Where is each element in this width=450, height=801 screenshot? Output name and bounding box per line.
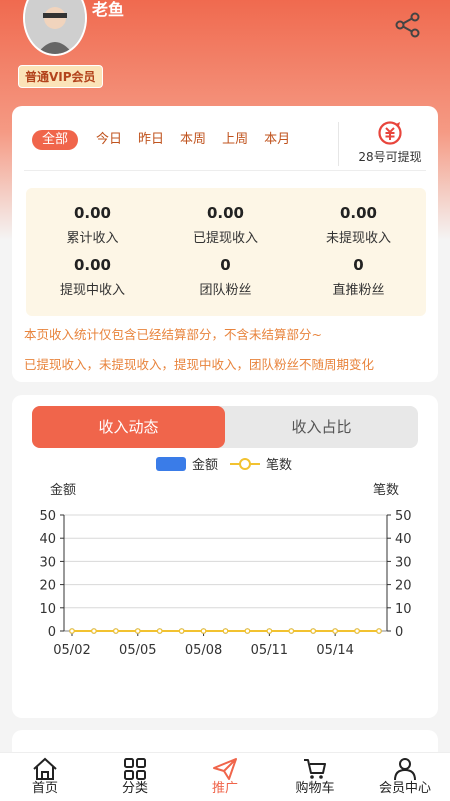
- stat-value: 0.00: [339, 204, 377, 222]
- data-point: [178, 628, 185, 634]
- chart-switch: 收入动态 收入占比: [32, 406, 418, 448]
- x-tick-label: 05/14: [316, 643, 353, 658]
- period-tab-this-week[interactable]: 本周: [180, 130, 206, 150]
- tab-category[interactable]: 分类: [90, 757, 180, 797]
- legend-swatch-amount: [156, 456, 186, 471]
- x-tick-label: 05/05: [119, 643, 156, 658]
- stat-label: 已提现收入: [192, 231, 258, 246]
- stat-pending-withdrawal: 0.00 提现中收入: [26, 256, 159, 298]
- period-tab-today[interactable]: 今日: [96, 130, 122, 150]
- stat-team-fans: 0 团队粉丝: [159, 256, 292, 298]
- cart-icon: [304, 759, 326, 779]
- y-tick-label-left: 20: [39, 579, 56, 594]
- send-icon: [213, 758, 237, 780]
- divider: [24, 170, 426, 171]
- x-tick-label: 05/02: [53, 643, 90, 658]
- stat-unwithdrawn-income: 0.00 未提现收入: [292, 204, 425, 246]
- y-tick-label-left: 50: [39, 509, 56, 524]
- tab-income-trend[interactable]: 收入动态: [32, 406, 225, 448]
- y-tick-label-left: 40: [39, 532, 56, 547]
- share-icon[interactable]: [395, 12, 421, 38]
- tab-label: 推广: [211, 781, 238, 796]
- withdraw-button[interactable]: 28号可提现: [344, 120, 436, 165]
- income-line-chart: 金额 笔数 0 0 10 10 20 20 30 30 40 40 50 50 05/02 05/05 05…: [39, 482, 412, 658]
- withdraw-icon: [378, 121, 402, 145]
- data-point: [266, 628, 273, 634]
- y-axis-left-label: 金额: [50, 482, 76, 498]
- tab-label: 首页: [31, 781, 58, 796]
- stat-value: 0.00: [206, 204, 244, 222]
- y-tick-label-right: 10: [395, 602, 412, 617]
- stat-value: 0.00: [73, 256, 111, 274]
- tab-income-share[interactable]: 收入占比: [225, 406, 418, 448]
- vip-badge: 普通VIP会员: [18, 65, 103, 88]
- y-tick-label-left: 30: [39, 555, 56, 570]
- y-tick-label-right: 20: [395, 579, 412, 594]
- data-point: [288, 628, 295, 634]
- y-tick-label-right: 30: [395, 555, 412, 570]
- period-note: 已提现收入，未提现收入，提现中收入，团队粉丝不随周期变化: [24, 357, 375, 372]
- income-stats-card: 全部 今日 昨日 本周 上周 本月 28号可提现 0.00 累计收入 0.00 …: [12, 106, 438, 382]
- user-icon: [394, 758, 416, 781]
- stat-value: 0: [353, 256, 364, 274]
- period-tab-last-week[interactable]: 上周: [222, 130, 248, 150]
- y-tick-label-left: 10: [39, 602, 56, 617]
- tab-cart[interactable]: 购物车: [270, 757, 360, 797]
- data-point: [156, 628, 163, 634]
- stat-label: 未提现收入: [325, 231, 391, 246]
- divider: [338, 122, 339, 166]
- bottom-tab-bar: 首页 分类 推广 购物车 会员中心: [0, 752, 450, 801]
- legend-swatch-count: [230, 457, 261, 470]
- y-tick-label-right: 50: [395, 509, 412, 524]
- y-tick-label-left: 0: [48, 625, 56, 640]
- stat-label: 团队粉丝: [199, 283, 252, 298]
- data-point: [310, 628, 317, 634]
- stat-label: 提现中收入: [59, 283, 125, 298]
- stat-label: 直推粉丝: [332, 283, 385, 298]
- period-tabs: 全部 今日 昨日 本周 上周 本月: [32, 130, 306, 150]
- data-point: [244, 628, 251, 634]
- tab-label: 会员中心: [378, 781, 431, 796]
- y-tick-label-right: 40: [395, 532, 412, 547]
- stat-value: 0.00: [73, 204, 111, 222]
- data-point: [134, 628, 141, 634]
- tab-label: 购物车: [295, 781, 335, 796]
- income-chart-card: 收入动态 收入占比 金额 笔数 金额 笔数 0 0 10 10 20 20 30 30 40 40…: [12, 395, 438, 718]
- stat-label: 累计收入: [66, 231, 119, 246]
- tab-home[interactable]: 首页: [0, 757, 90, 797]
- settlement-note: 本页收入统计仅包含已经结算部分，不含未结算部分~: [24, 327, 322, 342]
- period-tab-yesterday[interactable]: 昨日: [138, 130, 164, 150]
- username: 老鱼: [92, 0, 125, 19]
- tab-label: 分类: [121, 781, 148, 796]
- data-point: [200, 628, 207, 634]
- data-point: [113, 628, 119, 634]
- data-point: [222, 628, 229, 634]
- data-point: [91, 628, 97, 634]
- x-tick-label: 05/08: [185, 643, 222, 658]
- stat-withdrawn-income: 0.00 已提现收入: [159, 204, 292, 246]
- stat-value: 0: [220, 256, 231, 274]
- grid-icon: [124, 758, 146, 780]
- period-tab-all[interactable]: 全部: [32, 130, 79, 150]
- tab-member-center[interactable]: 会员中心: [360, 757, 450, 797]
- data-point: [376, 628, 382, 634]
- avatar-photo: [25, 0, 85, 54]
- tab-promotion[interactable]: 推广: [180, 757, 270, 797]
- y-axis-right-label: 笔数: [373, 482, 399, 498]
- y-tick-label-right: 0: [395, 625, 403, 640]
- stat-direct-fans: 0 直推粉丝: [292, 256, 425, 298]
- stat-total-income: 0.00 累计收入: [26, 204, 159, 246]
- data-point: [354, 628, 360, 634]
- x-tick-label: 05/11: [251, 643, 288, 658]
- stats-grid: 0.00 累计收入 0.00 已提现收入 0.00 未提现收入 0.00 提现中…: [26, 188, 426, 316]
- data-point: [69, 628, 75, 634]
- data-point: [332, 628, 338, 634]
- period-tab-this-month[interactable]: 本月: [264, 130, 290, 150]
- withdraw-label: 28号可提现: [358, 150, 422, 164]
- home-icon: [33, 757, 57, 780]
